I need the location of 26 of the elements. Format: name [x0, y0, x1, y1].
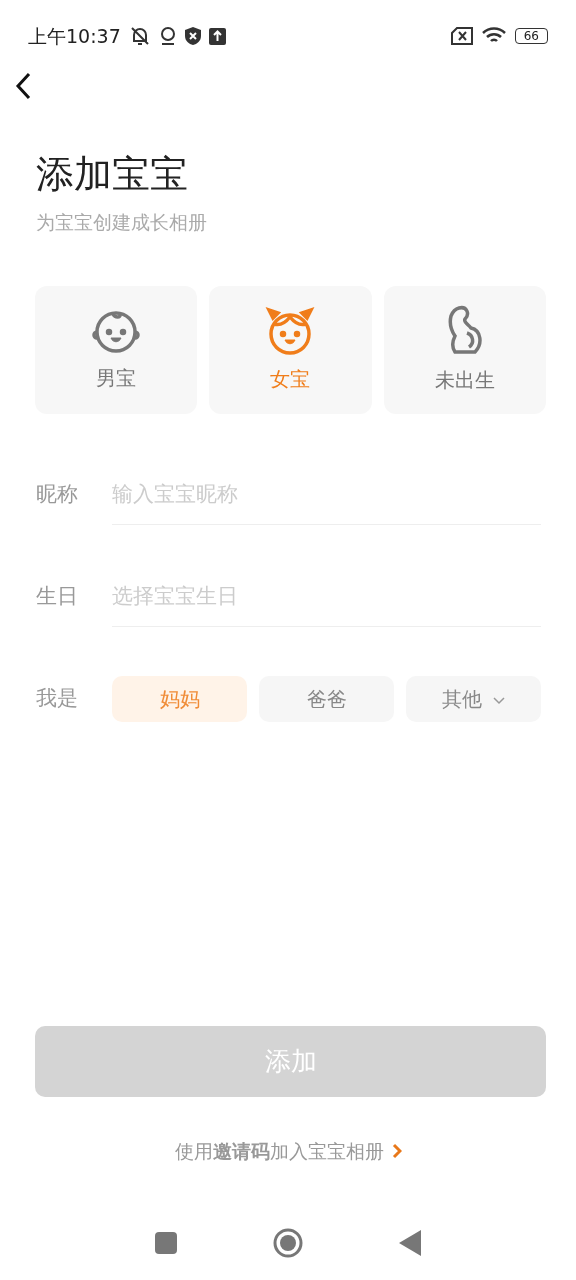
back-icon[interactable]	[14, 72, 32, 100]
invite-code-link[interactable]: 使用邀请码加入宝宝相册	[174, 1137, 384, 1166]
chevron-down-icon	[491, 696, 506, 706]
field-label: 生日	[36, 583, 79, 611]
chevron-right-icon	[391, 1143, 402, 1160]
baby-type-card[interactable]: 未出生	[383, 286, 546, 415]
upload-icon	[208, 27, 226, 45]
girl-face-icon	[264, 306, 317, 357]
battery-indicator: 66	[514, 28, 548, 44]
baby-type-card[interactable]: 女宝	[209, 286, 372, 415]
relation-option[interactable]: 其他	[406, 676, 541, 723]
home-icon[interactable]	[273, 1228, 303, 1258]
page-subtitle: 为宝宝创建成长相册	[36, 209, 208, 235]
location-pin-icon	[158, 26, 177, 46]
field-label: 我是	[36, 685, 79, 713]
recent-apps-icon[interactable]	[155, 1232, 177, 1254]
relation-option[interactable]: 爸爸	[259, 676, 394, 723]
muted-bell-icon	[128, 26, 151, 46]
no-sim-icon	[450, 27, 473, 45]
field-label: 昵称	[36, 481, 79, 509]
status-time: 上午10:37	[28, 23, 121, 49]
relation-option[interactable]: 妈妈	[112, 676, 247, 723]
shield-icon	[184, 27, 201, 45]
page-title: 添加宝宝	[36, 152, 189, 198]
baby-type-card[interactable]: 男宝	[35, 286, 198, 415]
back-nav-icon[interactable]	[399, 1230, 421, 1256]
